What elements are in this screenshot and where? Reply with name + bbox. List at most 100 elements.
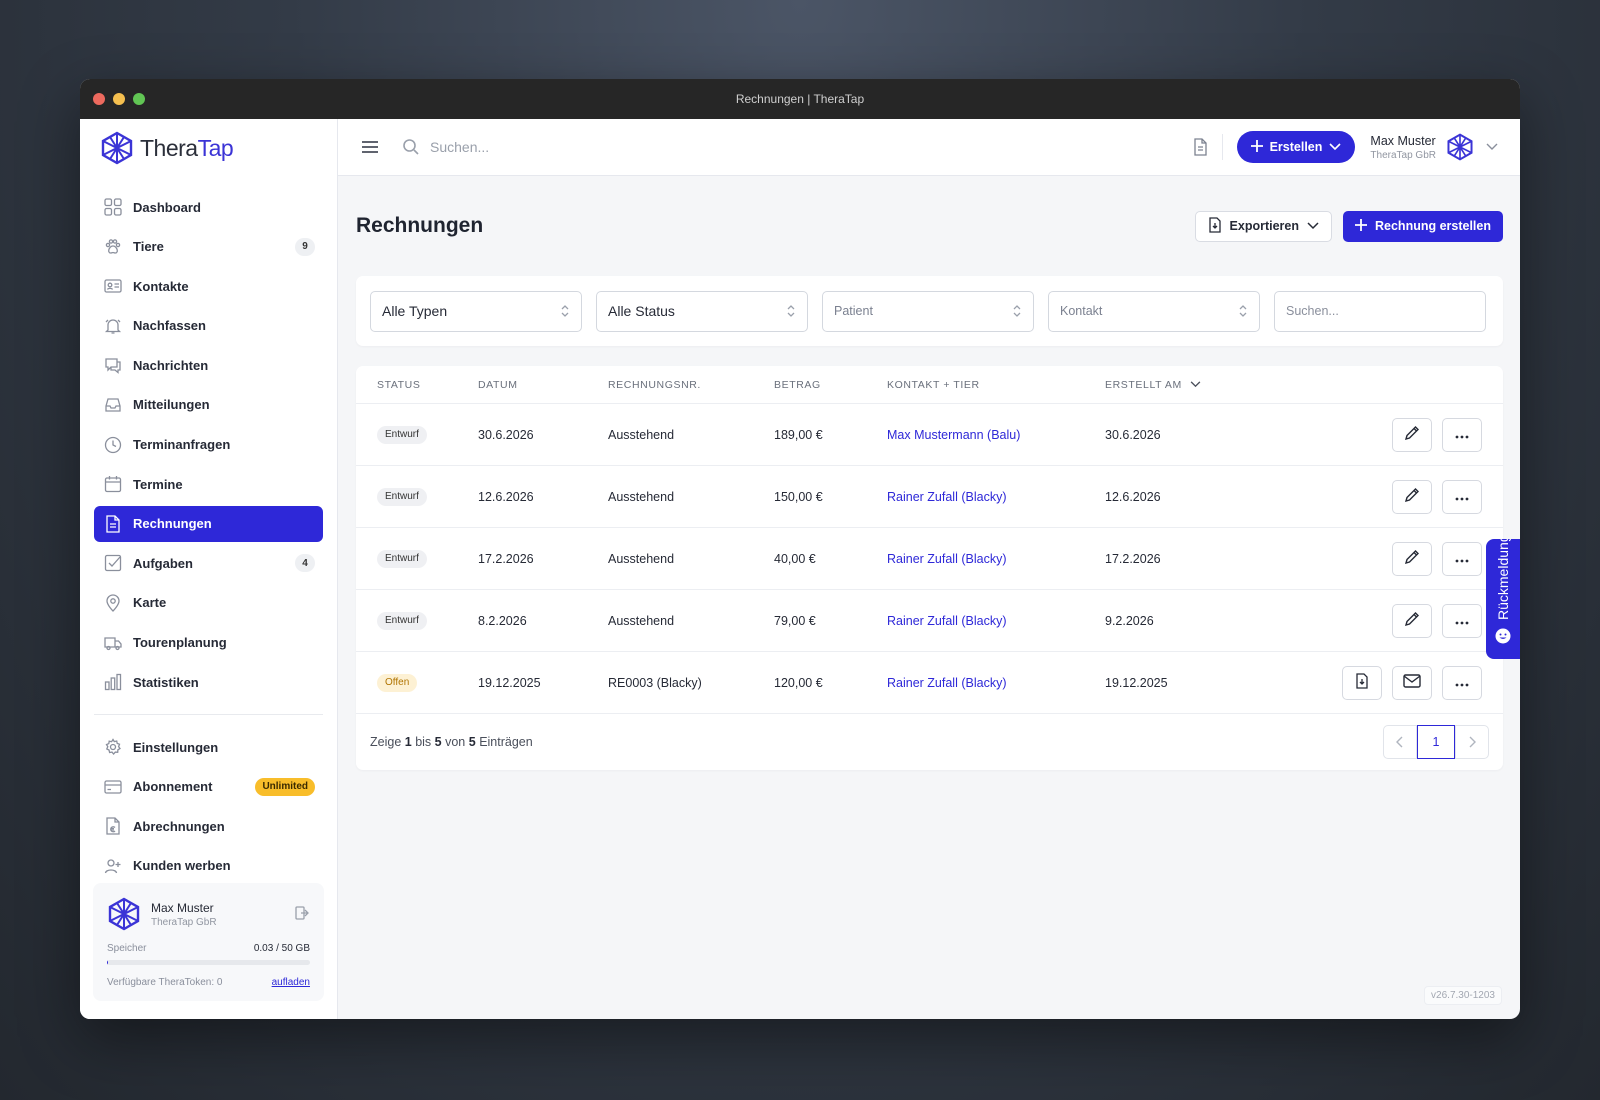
column-header-number[interactable]: RECHNUNGSNR. [608,379,774,391]
sidebar-item-label: Tourenplanung [133,635,227,651]
create-button-label: Erstellen [1269,140,1323,154]
window-title: Rechnungen | TheraTap [735,92,865,106]
more-actions-button[interactable] [1442,665,1482,700]
table-row[interactable]: Entwurf 30.6.2026 Ausstehend 189,00 € Max Mu… [356,404,1503,466]
contact-link[interactable]: Max Mustermann [887,428,984,442]
sidebar-item-label: Statistiken [133,674,199,690]
sidebar-item-rechnungen[interactable]: Rechnungen [94,505,323,542]
sidebar-item-kunden-werben[interactable]: Kunden werben [94,848,323,879]
sidebar-item-kontakte[interactable]: Kontakte [94,268,323,304]
sidebar-item-statistiken[interactable]: Statistiken [94,664,323,700]
sidebar-item-abonnement[interactable]: Abonnement Unlimited [94,769,323,805]
patient-filter-select[interactable]: Patient [822,290,1034,332]
pet-link[interactable]: (Blacky) [961,490,1006,504]
top-bar: Suchen... Erstellen Max Muster TheraTap … [338,119,1520,176]
sidebar-item-tourenplanung[interactable]: Tourenplanung [94,625,323,661]
page-button-current[interactable]: 1 [1417,725,1455,759]
table-row[interactable]: Entwurf 8.2.2026 Ausstehend 79,00 € Rainer Z… [356,590,1503,652]
column-header-status[interactable]: STATUS [356,379,478,391]
sidebar: TheraTap Dashboard Tiere 9 Kontakte Nachfass… [80,119,338,1019]
create-button[interactable]: Erstellen [1236,131,1356,163]
sidebar-item-aufgaben[interactable]: Aufgaben 4 [94,545,323,581]
sidebar-item-abrechnungen[interactable]: Abrechnungen [94,808,323,844]
hamburger-menu-icon[interactable] [360,137,380,157]
sidebar-item-nachfassen[interactable]: Nachfassen [94,308,323,344]
pet-link[interactable]: (Blacky) [961,676,1006,690]
sidebar-item-dashboard[interactable]: Dashboard [94,189,323,225]
pet-link[interactable]: (Blacky) [961,614,1006,628]
sidebar-item-karte[interactable]: Karte [94,585,323,621]
sidebar-item-label: Kunden werben [133,858,231,874]
column-header-created[interactable]: ERSTELLT AM [1105,379,1255,391]
sidebar-nav: Dashboard Tiere 9 Kontakte Nachfassen Nachric… [80,177,337,700]
more-actions-button[interactable] [1442,417,1482,452]
sidebar-item-tiere[interactable]: Tiere 9 [94,229,323,265]
column-header-date[interactable]: DATUM [478,379,608,391]
global-search-input[interactable]: Suchen... [430,139,489,155]
edit-button[interactable] [1392,603,1432,638]
count-badge: 4 [295,554,315,573]
column-header-created-label: ERSTELLT AM [1105,378,1182,391]
more-dots-icon [1454,552,1470,566]
table-row[interactable]: Entwurf 12.6.2026 Ausstehend 150,00 € Rainer… [356,466,1503,528]
sidebar-item-label: Nachrichten [133,357,209,373]
edit-button[interactable] [1392,417,1432,452]
brand-logo[interactable]: TheraTap [80,119,337,177]
create-invoice-button[interactable]: Rechnung erstellen [1343,210,1503,242]
column-header-contact[interactable]: KONTAKT + TIER [887,379,1105,391]
user-card: Max Muster TheraTap GbR Speicher 0.03 / … [93,883,324,1001]
sidebar-item-termine[interactable]: Termine [94,466,323,502]
cell-contact: Max Mustermann (Balu) [887,428,1105,442]
sidebar-item-mitteilungen[interactable]: Mitteilungen [94,387,323,423]
contact-link[interactable]: Rainer Zufall [887,490,958,504]
maximize-window-button[interactable] [133,93,145,105]
pet-link[interactable]: (Balu) [987,428,1020,442]
cell-amount: 79,00 € [774,613,816,628]
column-header-amount[interactable]: BETRAG [774,379,887,391]
global-search[interactable]: Suchen... [402,138,1192,156]
sidebar-item-nachrichten[interactable]: Nachrichten [94,347,323,383]
minimize-window-button[interactable] [113,93,125,105]
table-row[interactable]: Offen 19.12.2025 RE0003 (Blacky) 120,00 € Ra… [356,652,1503,714]
status-filter-select[interactable]: Alle Status [596,290,808,332]
sidebar-item-einstellungen[interactable]: Einstellungen [94,729,323,765]
sidebar-item-label: Dashboard [133,199,201,215]
cell-invoice-number: Ausstehend [608,427,675,442]
contact-link[interactable]: Rainer Zufall [887,614,958,628]
pet-link[interactable]: (Blacky) [961,552,1006,566]
table-row[interactable]: Entwurf 17.2.2026 Ausstehend 40,00 € Rainer … [356,528,1503,590]
close-window-button[interactable] [93,93,105,105]
mail-icon [1403,674,1421,691]
edit-button[interactable] [1392,541,1432,576]
chevron-down-icon[interactable] [1486,143,1498,151]
cell-invoice-number: Ausstehend [608,489,675,504]
token-topup-link[interactable]: aufladen [272,977,310,988]
more-actions-button[interactable] [1442,603,1482,638]
more-actions-button[interactable] [1442,541,1482,576]
send-email-button[interactable] [1392,665,1432,700]
status-filter-value: Alle Status [608,303,675,319]
download-pdf-button[interactable] [1342,665,1382,700]
sidebar-item-label: Abrechnungen [133,818,225,834]
feedback-tab[interactable]: Rückmeldung [1486,539,1520,659]
type-filter-select[interactable]: Alle Typen [370,290,582,332]
pencil-icon [1404,549,1420,568]
cell-amount: 40,00 € [774,551,816,566]
next-page-button[interactable] [1455,725,1489,759]
export-button[interactable]: Exportieren [1194,210,1332,242]
avatar [1447,133,1473,161]
filter-bar: Alle Typen Alle Status Patient Kontakt S… [356,276,1503,346]
prev-page-button[interactable] [1383,725,1417,759]
user-menu[interactable]: Max Muster TheraTap GbR [1370,134,1436,161]
add-user-icon [102,855,124,877]
edit-button[interactable] [1392,479,1432,514]
contact-link[interactable]: Rainer Zufall [887,552,958,566]
contact-filter-select[interactable]: Kontakt [1048,290,1260,332]
cell-contact: Rainer Zufall (Blacky) [887,676,1105,690]
more-actions-button[interactable] [1442,479,1482,514]
sidebar-item-terminanfragen[interactable]: Terminanfragen [94,427,323,463]
document-icon[interactable] [1192,138,1208,156]
contact-link[interactable]: Rainer Zufall [887,676,958,690]
table-search-input[interactable]: Suchen... [1274,290,1486,332]
logout-icon[interactable] [294,905,310,926]
